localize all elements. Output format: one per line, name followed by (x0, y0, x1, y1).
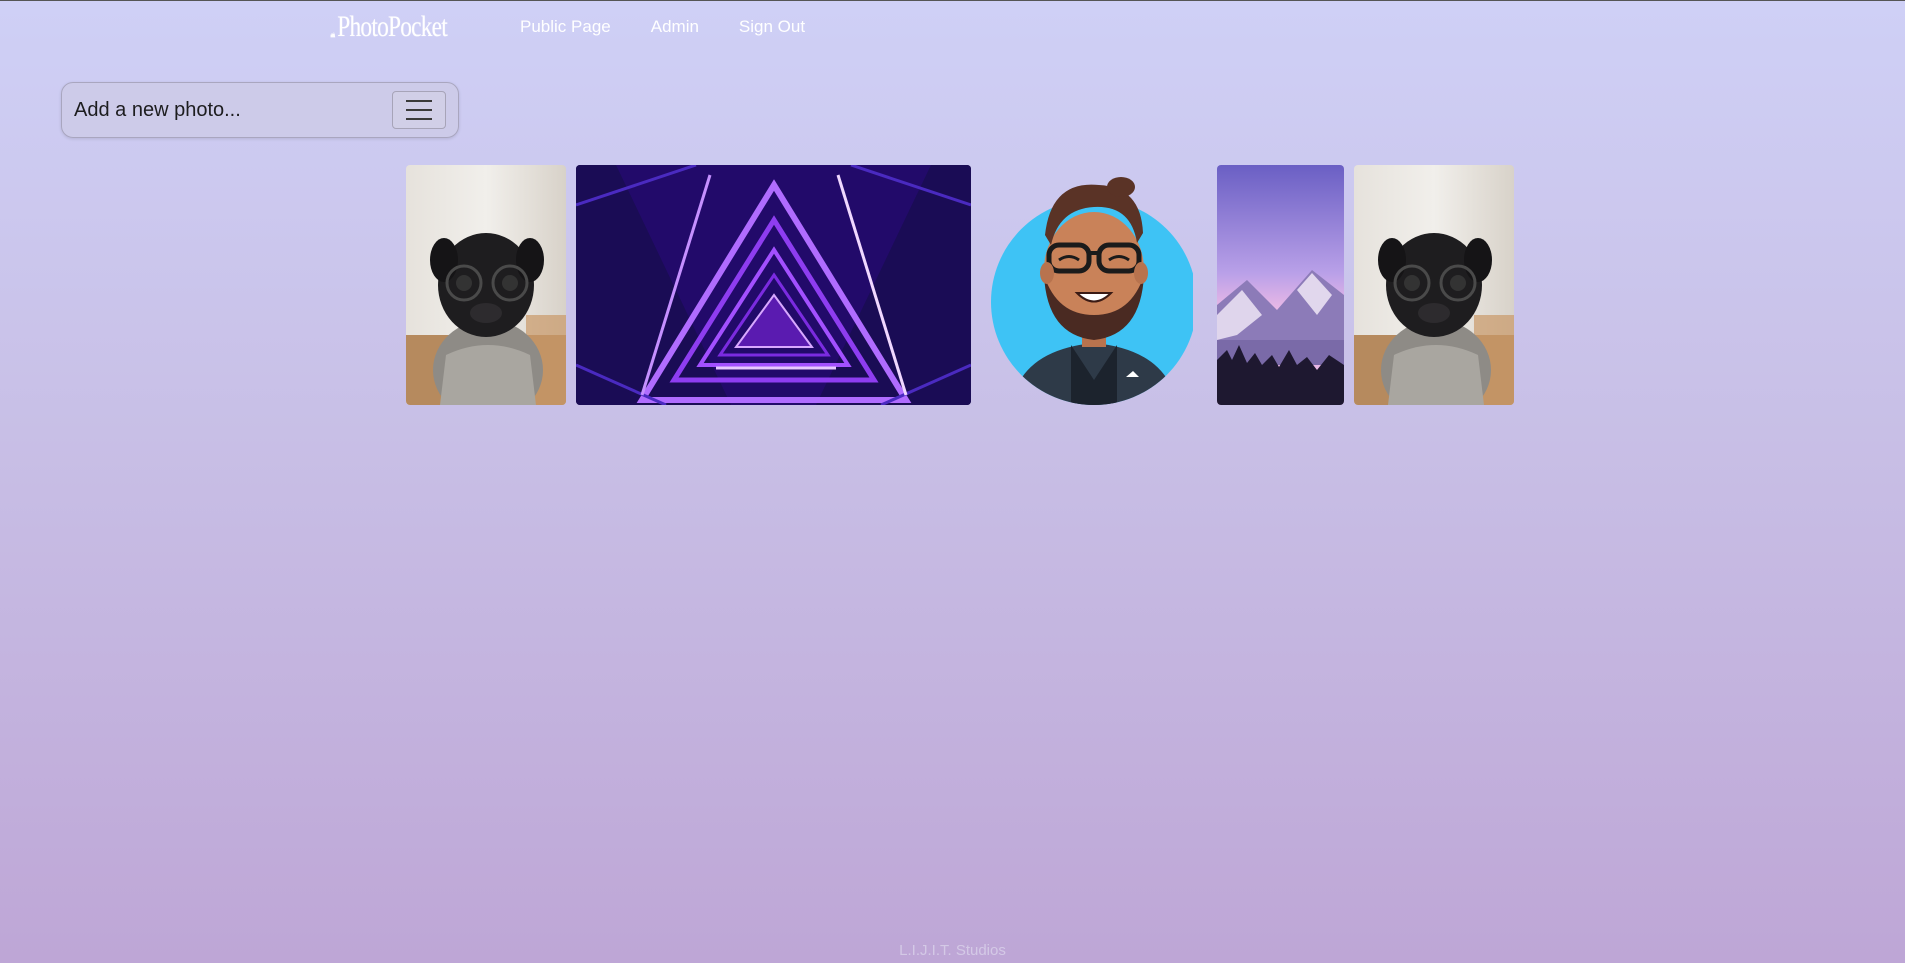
nav-link-admin[interactable]: Admin (651, 17, 699, 37)
brand-logo[interactable]: PhotoPocket (330, 10, 448, 44)
brand-name: PhotoPocket (337, 10, 448, 43)
photo-gallery (0, 165, 1905, 405)
neon-tunnel-image (576, 165, 971, 405)
page-background: PhotoPocket Public Page Admin Sign Out A… (0, 0, 1905, 963)
nav-link-sign-out[interactable]: Sign Out (739, 17, 805, 37)
pug-image (1354, 165, 1514, 405)
pug-image (406, 165, 566, 405)
add-photo-label[interactable]: Add a new photo... (74, 99, 392, 122)
top-nav: PhotoPocket Public Page Admin Sign Out (330, 1, 805, 53)
footer-credit: L.I.J.I.T. Studios (899, 942, 1006, 959)
photo-pug-1[interactable] (406, 165, 566, 405)
nav-link-public-page[interactable]: Public Page (520, 17, 611, 37)
menu-toggle-button[interactable] (392, 91, 446, 129)
add-photo-bar[interactable]: Add a new photo... (61, 82, 459, 138)
hamburger-icon-line (406, 118, 432, 120)
avatar-image (991, 177, 1193, 405)
photo-avatar[interactable] (981, 165, 1193, 405)
photo-mountain-lake[interactable] (1217, 165, 1344, 405)
camera-icon (330, 32, 336, 38)
photo-neon-tunnel[interactable] (576, 165, 971, 405)
hamburger-icon-line (406, 100, 432, 102)
mountain-image (1217, 165, 1344, 405)
hamburger-icon-line (406, 109, 432, 111)
photo-pug-2[interactable] (1354, 165, 1514, 405)
